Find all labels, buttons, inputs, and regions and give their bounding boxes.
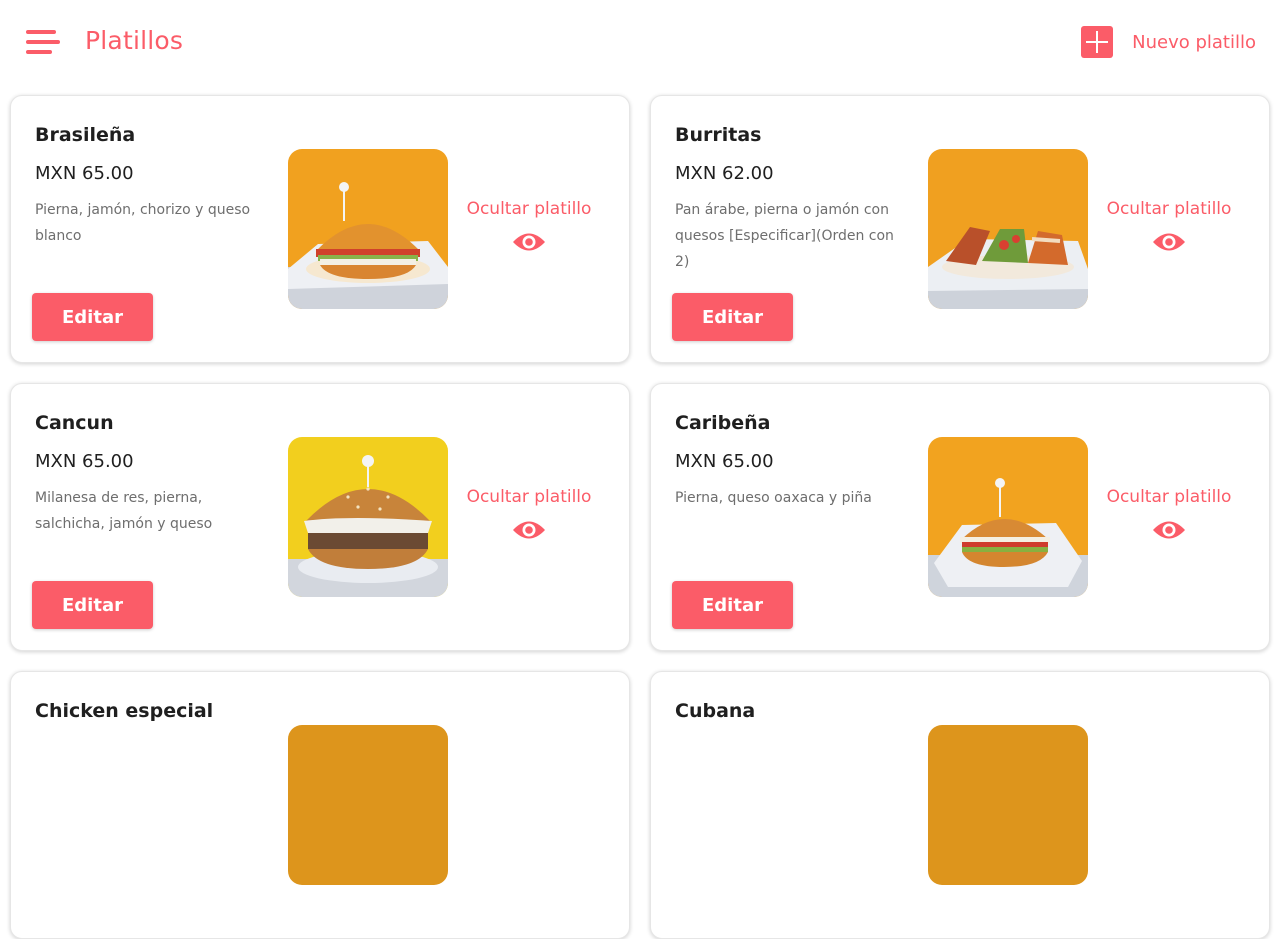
- new-dish-button[interactable]: Nuevo platillo: [1081, 26, 1256, 58]
- hide-dish-label[interactable]: Ocultar platillo: [459, 487, 599, 507]
- dish-price: MXN 62.00: [675, 163, 774, 184]
- eye-icon[interactable]: [512, 231, 546, 253]
- dish-price: MXN 65.00: [35, 163, 134, 184]
- hide-dish-label[interactable]: Ocultar platillo: [1099, 199, 1239, 219]
- page-title: Platillos: [85, 26, 184, 55]
- eye-icon[interactable]: [1152, 519, 1186, 541]
- edit-button[interactable]: Editar: [672, 581, 793, 629]
- dish-photo: [928, 725, 1088, 885]
- dish-name: Burritas: [675, 124, 762, 146]
- hide-dish-toggle[interactable]: Ocultar platillo: [459, 199, 599, 253]
- dish-card: Caribeña MXN 65.00 Pierna, queso oaxaca …: [650, 383, 1270, 651]
- dish-card: Cancun MXN 65.00 Milanesa de res, pierna…: [10, 383, 630, 651]
- dish-card: Chicken especial: [10, 671, 630, 939]
- dish-card: Burritas MXN 62.00 Pan árabe, pierna o j…: [650, 95, 1270, 363]
- dish-photo: [928, 437, 1088, 597]
- dish-description: Milanesa de res, pierna, salchicha, jamó…: [35, 490, 213, 532]
- new-dish-label[interactable]: Nuevo platillo: [1132, 32, 1256, 53]
- dish-description: Pierna, jamón, chorizo y queso blanco: [35, 202, 251, 244]
- dish-name: Cubana: [675, 700, 756, 722]
- dish-price: MXN 65.00: [35, 451, 134, 472]
- eye-icon[interactable]: [512, 519, 546, 541]
- dish-photo: [288, 437, 448, 597]
- edit-button[interactable]: Editar: [32, 581, 153, 629]
- dish-card: Cubana: [650, 671, 1270, 939]
- hide-dish-label[interactable]: Ocultar platillo: [459, 199, 599, 219]
- hide-dish-toggle[interactable]: Ocultar platillo: [459, 487, 599, 541]
- dish-photo: [288, 725, 448, 885]
- edit-button[interactable]: Editar: [32, 293, 153, 341]
- dish-price: MXN 65.00: [675, 451, 774, 472]
- edit-button[interactable]: Editar: [672, 293, 793, 341]
- hide-dish-toggle[interactable]: Ocultar platillo: [1099, 199, 1239, 253]
- dish-name: Brasileña: [35, 124, 136, 146]
- eye-icon[interactable]: [1152, 231, 1186, 253]
- dish-description: Pierna, queso oaxaca y piña: [675, 490, 872, 506]
- hide-dish-label[interactable]: Ocultar platillo: [1099, 487, 1239, 507]
- dish-name: Cancun: [35, 412, 114, 434]
- dish-photo: [928, 149, 1088, 309]
- dish-description: Pan árabe, pierna o jamón con quesos [Es…: [675, 202, 894, 270]
- dish-name: Caribeña: [675, 412, 771, 434]
- dish-card: Brasileña MXN 65.00 Pierna, jamón, chori…: [10, 95, 630, 363]
- menu-icon[interactable]: [26, 30, 60, 56]
- dish-name: Chicken especial: [35, 700, 214, 722]
- plus-icon[interactable]: [1081, 26, 1114, 58]
- dish-photo: [288, 149, 448, 309]
- top-bar: Platillos Nuevo platillo: [0, 0, 1280, 84]
- hide-dish-toggle[interactable]: Ocultar platillo: [1099, 487, 1239, 541]
